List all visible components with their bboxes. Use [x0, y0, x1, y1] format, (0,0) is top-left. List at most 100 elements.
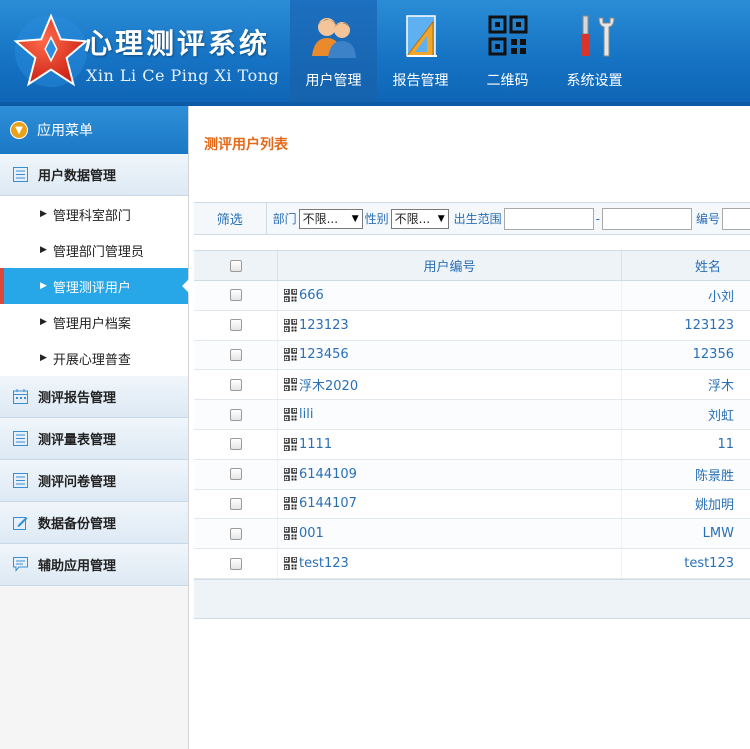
table-row[interactable]: 666 小刘 — [194, 281, 750, 311]
dropdown-arrow-icon: ▼ — [437, 213, 445, 224]
gender-select-value: 不限... — [394, 212, 431, 226]
sidebar-group-questionnaires[interactable]: 测评问卷管理 — [0, 460, 188, 502]
qrcode-icon[interactable] — [284, 408, 299, 422]
user-table: 用户编号 姓名 666 小刘 123123 123123 123456 12356 浮木20… — [194, 250, 750, 619]
sidebar-group-scales[interactable]: 测评量表管理 — [0, 418, 188, 460]
sidebar-item-test-users[interactable]: ▶ 管理测评用户 — [0, 268, 189, 304]
nav-user-management[interactable]: 用户管理 — [290, 0, 377, 106]
row-checkbox[interactable] — [229, 438, 242, 451]
sidebar-item-census[interactable]: ▶ 开展心理普查 — [0, 340, 188, 376]
row-checkbox[interactable] — [229, 468, 242, 481]
user-id[interactable]: 123456 — [299, 347, 349, 362]
qrcode-icon[interactable] — [284, 348, 299, 362]
sidebar-group-backup[interactable]: 数据备份管理 — [0, 502, 188, 544]
select-all-checkbox[interactable] — [229, 259, 242, 272]
row-checkbox[interactable] — [229, 408, 242, 421]
user-name: 123123 — [684, 317, 734, 333]
sidebar-item-departments[interactable]: ▶ 管理科室部门 — [0, 196, 188, 232]
nav-system-settings[interactable]: 系统设置 — [551, 0, 638, 106]
row-checkbox[interactable] — [229, 289, 242, 302]
table-row[interactable]: test123 test123 — [194, 549, 750, 579]
birth-start-input[interactable] — [503, 207, 594, 230]
row-checkbox[interactable] — [229, 348, 242, 361]
user-id[interactable]: 浮木2020 — [299, 375, 358, 394]
qrcode-icon[interactable] — [284, 378, 299, 392]
nav-label: 二维码 — [486, 73, 529, 89]
sidebar: ▼ 应用菜单 用户数据管理 ▶ 管理科室部门 ▶ 管理部门管理员 ▶ 管理测评用… — [0, 106, 189, 749]
user-id-cell: test123 — [278, 549, 622, 578]
user-id[interactable]: lili — [299, 407, 313, 422]
caret-right-icon: ▶ — [40, 209, 47, 219]
qrcode-icon[interactable] — [284, 497, 299, 511]
sidebar-group-label: 测评量表管理 — [38, 433, 117, 448]
dept-select[interactable]: 不限... ▼ — [298, 208, 363, 229]
sidebar-group-label: 测评报告管理 — [38, 391, 117, 406]
sidebar-group-user-data[interactable]: 用户数据管理 — [0, 154, 188, 196]
sidebar-group-auxiliary[interactable]: 辅助应用管理 — [0, 544, 188, 586]
table-row[interactable]: 浮木2020 浮木 — [194, 370, 750, 401]
gender-select[interactable]: 不限... ▼ — [390, 208, 449, 229]
row-checkbox[interactable] — [229, 378, 242, 391]
qrcode-icon[interactable] — [284, 288, 299, 302]
user-id[interactable]: 001 — [299, 526, 324, 541]
table-row[interactable]: lili 刘虹 — [194, 400, 750, 430]
qrcode-icon[interactable] — [284, 557, 299, 571]
birth-end-input[interactable] — [601, 207, 692, 230]
qrcode-icon[interactable] — [284, 527, 299, 541]
user-name: test123 — [684, 556, 734, 572]
sidebar-menu-header[interactable]: ▼ 应用菜单 — [0, 106, 188, 154]
row-checkbox[interactable] — [229, 527, 242, 540]
user-id[interactable]: 1111 — [299, 437, 332, 452]
user-id[interactable]: test123 — [299, 556, 349, 571]
edit-icon — [12, 515, 28, 531]
qrcode-icon[interactable] — [284, 467, 299, 481]
row-checkbox-cell — [194, 370, 278, 400]
row-checkbox[interactable] — [229, 557, 242, 570]
sidebar-item-label: 管理科室部门 — [52, 208, 131, 224]
caret-right-icon: ▶ — [40, 317, 47, 327]
qrcode-icon[interactable] — [284, 318, 299, 332]
table-row[interactable]: 123123 123123 — [194, 310, 750, 341]
user-id-cell: 1111 — [278, 429, 622, 459]
calendar-icon — [12, 389, 28, 405]
filter-controls: 部门 不限... ▼ 性别 不限... ▼ 出生范围 - 编号 — [267, 207, 750, 230]
row-checkbox[interactable] — [229, 319, 242, 332]
user-id[interactable]: 6144107 — [299, 496, 357, 511]
sidebar-group-label: 数据备份管理 — [38, 517, 117, 532]
table-row[interactable]: 6144109 陈景胜 — [194, 459, 750, 490]
nav-qrcode[interactable]: 二维码 — [464, 0, 551, 106]
user-id[interactable]: 6144109 — [299, 467, 357, 482]
sidebar-item-dept-admins[interactable]: ▶ 管理部门管理员 — [0, 232, 188, 268]
row-checkbox-cell — [194, 400, 278, 429]
user-id-cell: 6144109 — [278, 459, 622, 489]
app-subtitle: Xin Li Ce Ping Xi Tong — [86, 66, 280, 85]
caret-right-icon: ▶ — [40, 353, 47, 363]
header-name[interactable]: 姓名 — [622, 251, 750, 280]
nav-report-management[interactable]: 报告管理 — [377, 0, 464, 106]
table-row[interactable]: 123456 12356 — [194, 340, 750, 371]
table-row[interactable]: 1111 11 — [194, 429, 750, 460]
qrcode-icon — [488, 15, 527, 56]
user-name: 小刘 — [707, 289, 734, 305]
sidebar-group-label: 测评问卷管理 — [38, 475, 117, 490]
qrcode-icon[interactable] — [284, 437, 299, 451]
sidebar-group-reports[interactable]: 测评报告管理 — [0, 376, 188, 418]
filter-bar: 筛选 部门 不限... ▼ 性别 不限... ▼ 出生范围 - 编号 — [194, 202, 750, 235]
user-id[interactable]: 666 — [299, 288, 324, 303]
row-checkbox-cell — [194, 340, 278, 370]
row-checkbox[interactable] — [229, 497, 242, 510]
code-input[interactable] — [722, 207, 750, 230]
header-user-id[interactable]: 用户编号 — [278, 251, 622, 280]
table-row[interactable]: 001 LMW — [194, 519, 750, 550]
row-checkbox-cell — [194, 519, 278, 549]
app-title: 心理测评系统 — [84, 27, 271, 60]
user-id[interactable]: 123123 — [299, 318, 349, 333]
gender-label: 性别 — [364, 212, 389, 226]
row-checkbox-cell — [194, 281, 278, 310]
report-ruler-icon — [405, 15, 437, 57]
table-row[interactable]: 6144107 姚加明 — [194, 489, 750, 520]
row-checkbox-cell — [194, 429, 278, 459]
sidebar-item-user-archives[interactable]: ▶ 管理用户档案 — [0, 304, 188, 340]
nav-label: 报告管理 — [392, 73, 449, 89]
user-name: 12356 — [692, 347, 734, 363]
